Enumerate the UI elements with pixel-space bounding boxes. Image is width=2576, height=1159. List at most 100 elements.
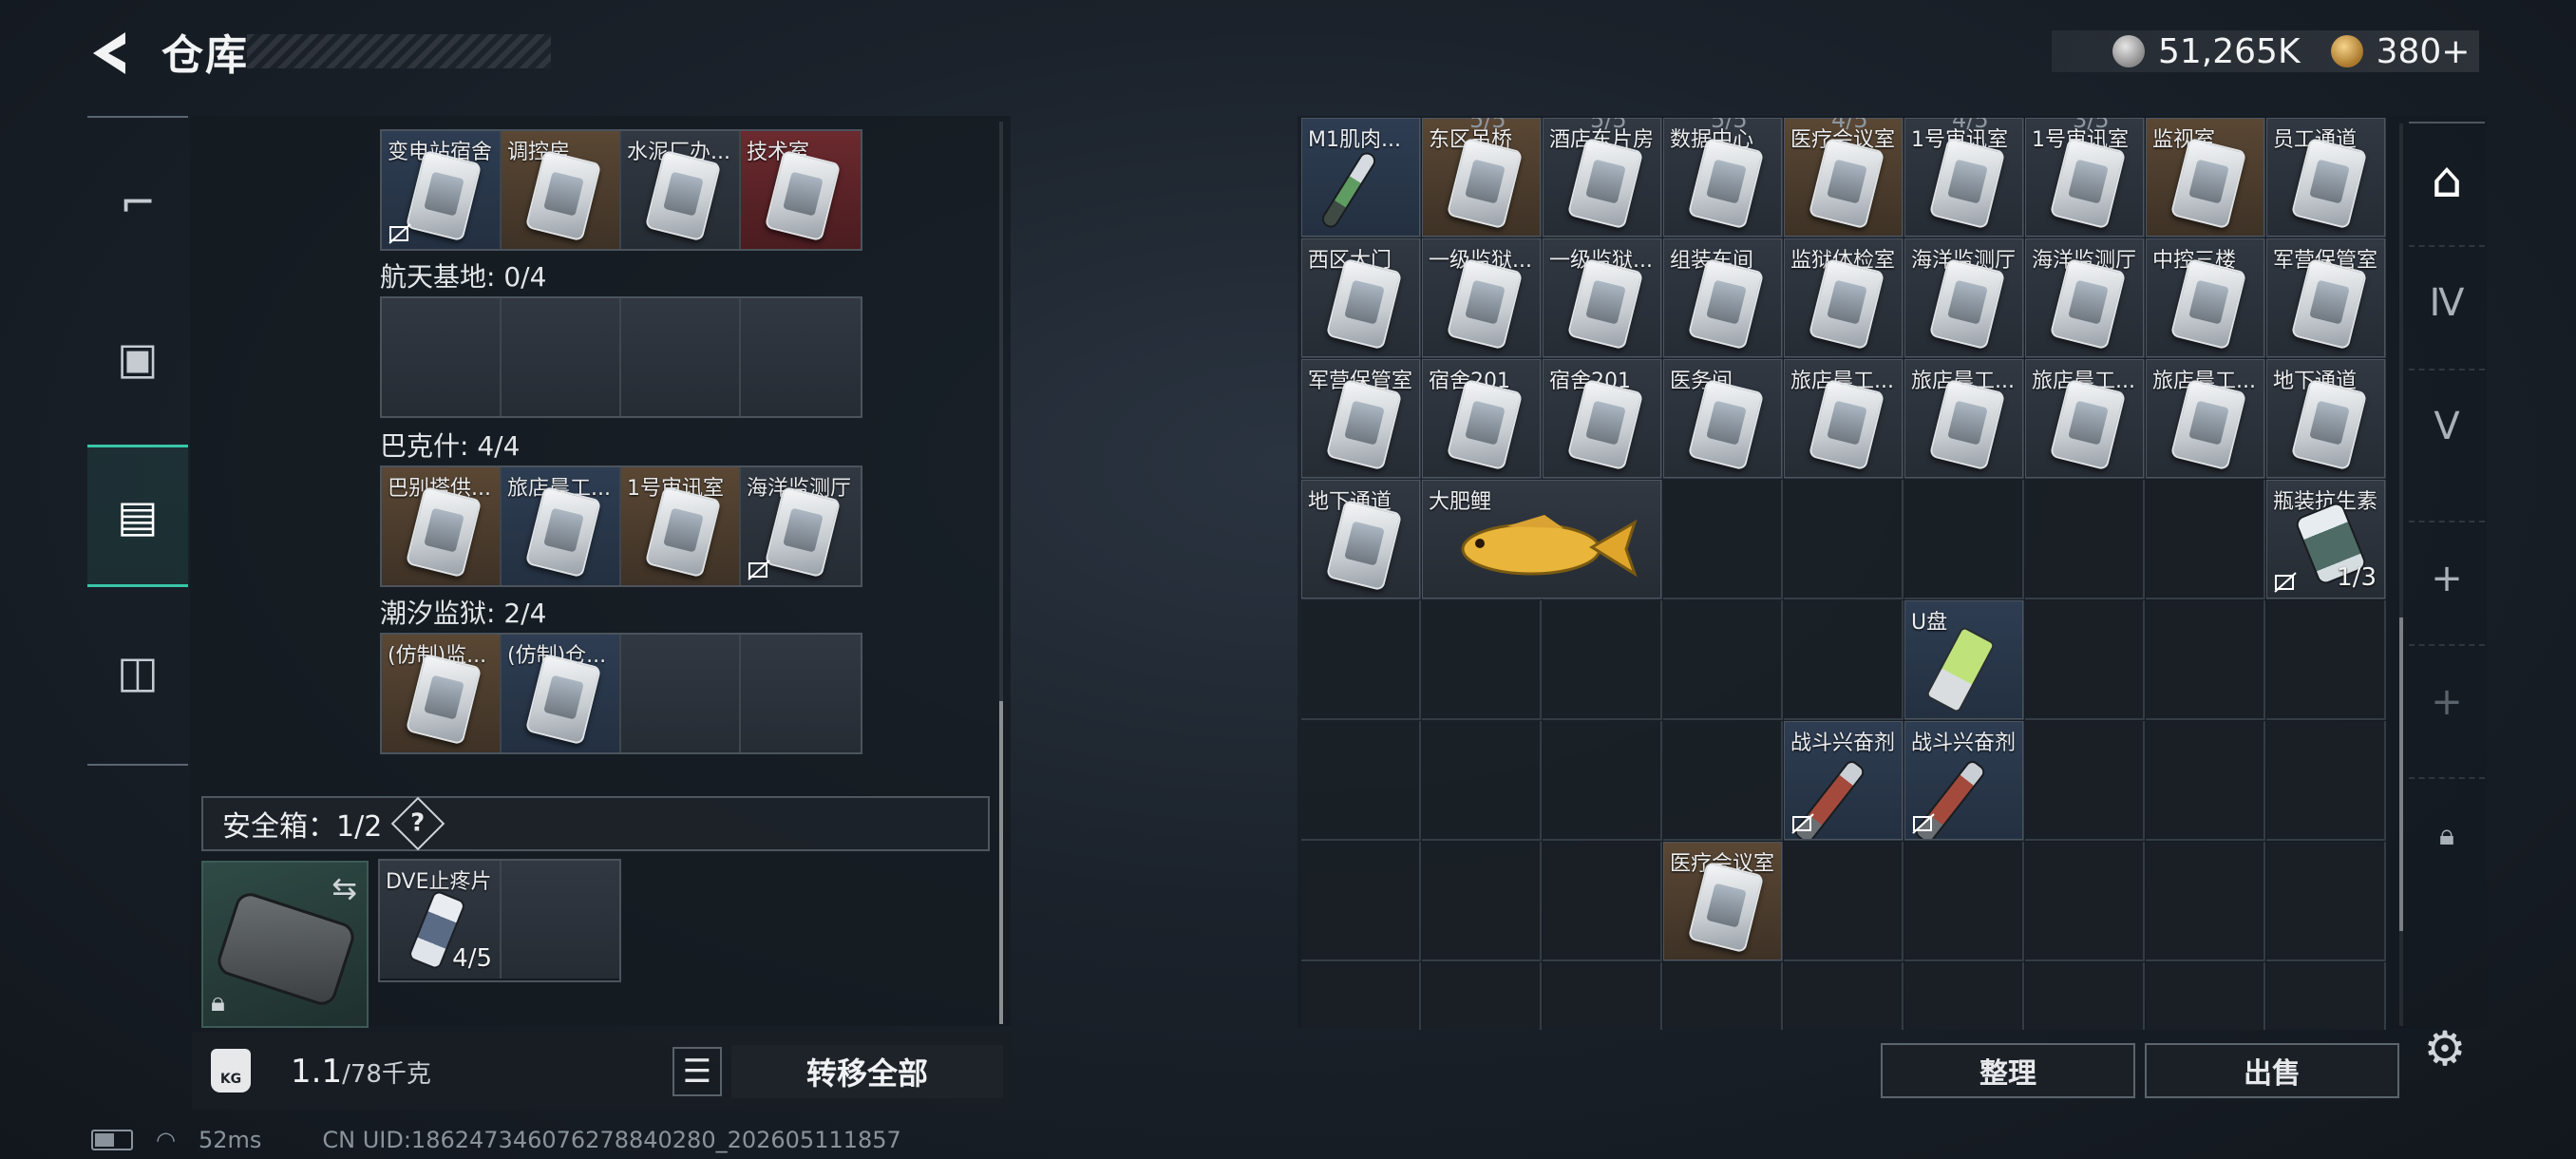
stash-cell[interactable] [1543, 721, 1662, 841]
stash-cell[interactable] [2146, 480, 2265, 599]
stash-cell[interactable] [2146, 721, 2265, 841]
keycard-item[interactable]: 酒店东片房 [1543, 118, 1661, 237]
fish-item[interactable]: 大肥鲤 [1422, 480, 1661, 598]
empty-slot[interactable] [621, 298, 741, 416]
stash-cell[interactable] [2266, 721, 2386, 841]
stash-cell[interactable] [1663, 721, 1783, 841]
key-slot[interactable]: 巴别塔供... [382, 467, 502, 585]
empty-slot[interactable] [621, 635, 741, 752]
empty-slot[interactable] [382, 298, 502, 416]
stash-cell[interactable] [2146, 842, 2265, 961]
keycard-item[interactable]: 海洋监测厅 [1904, 238, 2023, 357]
swap-icon[interactable]: ⇆ [331, 870, 357, 906]
stash-cell[interactable] [1663, 480, 1783, 599]
tab-main-stash[interactable]: ⌂ [2409, 124, 2485, 238]
syringe-item[interactable]: 战斗兴奋剂 [1784, 721, 1903, 840]
keycard-item[interactable]: 中控三楼 [2146, 238, 2264, 357]
keycard-item[interactable]: 宿舍201 [1422, 359, 1541, 478]
keycard-item[interactable]: 1号审讯室 [1904, 118, 2023, 237]
keycard-item[interactable]: 一级监狱... [1543, 238, 1661, 357]
autoinj-item[interactable]: M1肌肉... [1301, 118, 1420, 237]
nav-weapons[interactable]: ⌐ [87, 131, 188, 274]
keycard-item[interactable]: 地下通道 [2266, 359, 2385, 478]
syringe-item[interactable]: 战斗兴奋剂 [1904, 721, 2023, 840]
stash-cell[interactable] [1904, 480, 2024, 599]
sell-button[interactable]: 出售 [2145, 1043, 2399, 1098]
keycard-item[interactable]: 旅店晨工... [1784, 359, 1903, 478]
list-button[interactable]: ☰ [672, 1047, 722, 1096]
settings-gear-icon[interactable]: ⚙ [2418, 1021, 2472, 1076]
stash-cell[interactable] [1784, 962, 1904, 1030]
keycard-item[interactable]: 医务间 [1663, 359, 1782, 478]
keycard-item[interactable]: 医疗会议室 [1663, 842, 1782, 960]
usb-item[interactable]: U盘 [1904, 600, 2023, 719]
keycard-item[interactable]: 西区大门 [1301, 238, 1420, 357]
stash-cell[interactable] [1663, 962, 1783, 1030]
transfer-all-button[interactable]: 转移全部 [731, 1045, 1003, 1098]
stash-cell[interactable] [2266, 600, 2386, 720]
stash-cell[interactable] [1301, 962, 1421, 1030]
tab-case-v[interactable]: Ⅴ [2409, 369, 2485, 483]
stash-cell[interactable] [1422, 721, 1542, 841]
keycard-item[interactable]: 员工通道 [2266, 118, 2385, 237]
key-slot[interactable]: (仿制)监... [382, 635, 502, 752]
keycard-item[interactable]: 医疗会议室 [1784, 118, 1903, 237]
key-slot[interactable]: (仿制)仓... [502, 635, 621, 752]
key-slot[interactable]: 调控房 [502, 131, 621, 249]
keycard-item[interactable]: 旅店晨工... [2025, 359, 2144, 478]
keycard-item[interactable]: 旅店晨工... [1904, 359, 2023, 478]
keycard-item[interactable]: 旅店晨工... [2146, 359, 2264, 478]
stash-scrollbar[interactable] [2399, 124, 2403, 1026]
key-slot[interactable]: 变电站宿舍 [382, 131, 502, 249]
add-tab-button[interactable]: + [2409, 521, 2485, 635]
bottle-item[interactable]: 瓶装抗生素 1/3 [2266, 480, 2385, 598]
stash-cell[interactable] [2146, 962, 2265, 1030]
key-slot[interactable]: 1号审讯室 [621, 467, 741, 585]
help-button[interactable]: ? [390, 796, 445, 851]
stash-cell[interactable] [1663, 600, 1783, 720]
stash-cell[interactable] [1784, 842, 1904, 961]
stash-cell[interactable] [2025, 962, 2145, 1030]
stash-cell[interactable] [1543, 962, 1662, 1030]
keycard-item[interactable]: 数据中心 [1663, 118, 1782, 237]
key-slot[interactable]: 旅店晨工... [502, 467, 621, 585]
stash-cell[interactable] [1784, 600, 1904, 720]
keycard-item[interactable]: 监狱体检室 [1784, 238, 1903, 357]
keycard-item[interactable]: 组装车间 [1663, 238, 1782, 357]
keycard-item[interactable]: 宿舍201 [1543, 359, 1661, 478]
stash-cell[interactable] [1784, 480, 1904, 599]
stash-cell[interactable] [1422, 962, 1542, 1030]
empty-slot[interactable] [741, 298, 861, 416]
keycard-item[interactable]: 东区吊桥 [1422, 118, 1541, 237]
stash-cell[interactable] [2146, 600, 2265, 720]
nav-gear[interactable]: ▣ [87, 287, 188, 429]
stash-cell[interactable] [1301, 600, 1421, 720]
left-scrollbar[interactable] [999, 122, 1003, 1024]
empty-slot[interactable] [502, 861, 619, 978]
safe-item-slot[interactable]: DVE止疼片 4/5 [380, 861, 502, 978]
stash-cell[interactable] [1904, 842, 2024, 961]
stash-cell[interactable] [2266, 842, 2386, 961]
stash-cell[interactable] [1422, 600, 1542, 720]
key-slot[interactable]: 水泥厂办... [621, 131, 741, 249]
keycard-item[interactable]: 一级监狱... [1422, 238, 1541, 357]
keycard-item[interactable]: 海洋监测厅 [2025, 238, 2144, 357]
keycard-item[interactable]: 1号审讯室 [2025, 118, 2144, 237]
stash-cell[interactable] [1422, 842, 1542, 961]
stash-cell[interactable] [2025, 480, 2145, 599]
keycard-item[interactable]: 军营保管室 [1301, 359, 1420, 478]
tab-case-iv[interactable]: Ⅳ [2409, 245, 2485, 359]
key-slot[interactable]: 技术室 [741, 131, 861, 249]
stash-cell[interactable] [1543, 600, 1662, 720]
stash-cell[interactable] [2025, 721, 2145, 841]
stash-cell[interactable] [1904, 962, 2024, 1030]
empty-slot[interactable] [741, 635, 861, 752]
stash-cell[interactable] [2025, 842, 2145, 961]
stash-cell[interactable] [1543, 842, 1662, 961]
arrange-button[interactable]: 整理 [1881, 1043, 2135, 1098]
stash-cell[interactable] [2266, 962, 2386, 1030]
keycard-item[interactable]: 地下通道 [1301, 480, 1420, 598]
stash-cell[interactable] [2025, 600, 2145, 720]
stash-cell[interactable] [1301, 842, 1421, 961]
keycard-item[interactable]: 军营保管室 [2266, 238, 2385, 357]
